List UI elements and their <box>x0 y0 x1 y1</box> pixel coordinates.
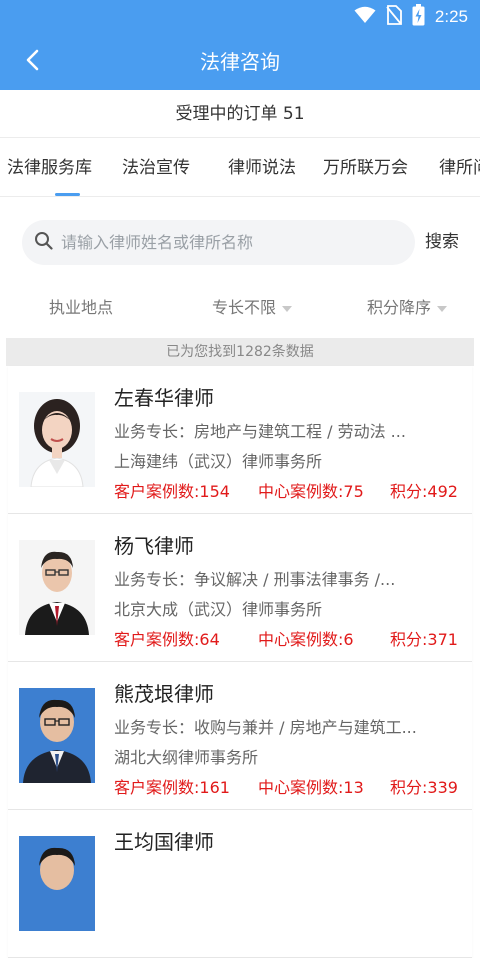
search-input[interactable] <box>61 233 401 252</box>
status-icons: 2:25 <box>354 3 468 31</box>
lawyer-specialty: 业务专长：争议解决 / 刑事法律事务 /... <box>114 570 396 589</box>
center-case-count: 中心案例数:6 <box>258 630 354 649</box>
points: 积分:371 <box>390 630 458 649</box>
tab-lawyer-talks[interactable]: 律师说法 <box>228 139 296 196</box>
page-title: 法律咨询 <box>200 50 280 74</box>
lawyer-card[interactable]: 王均国律师 <box>8 810 472 958</box>
pending-orders[interactable]: 受理中的订单 51 <box>0 90 480 138</box>
filter-location-label: 执业地点 <box>49 298 114 317</box>
chevron-left-icon <box>25 49 39 75</box>
client-case-count: 客户案例数:64 <box>114 630 220 649</box>
lawyer-specialty: 业务专长：房地产与建筑工程 / 劳动法 ... <box>114 422 406 441</box>
filter-points-sort-label: 积分降序 <box>367 298 432 317</box>
lawyer-name: 左春华律师 <box>114 386 214 410</box>
result-count: 已为您找到1282条数据 <box>6 338 474 366</box>
tab-rule-of-law-promotion[interactable]: 法治宣传 <box>122 139 190 196</box>
tab-firms-alliance[interactable]: 万所联万会 <box>323 139 408 196</box>
lawyer-stats: 客户案例数:161 中心案例数:13 积分:339 <box>114 774 464 797</box>
back-button[interactable] <box>14 46 50 78</box>
tab-firm-questions[interactable]: 律所问 <box>439 139 480 196</box>
search-button[interactable]: 搜索 <box>425 227 459 257</box>
caret-down-icon <box>282 305 293 312</box>
tab-legal-service-library[interactable]: 法律服务库 <box>7 139 92 196</box>
lawyer-firm: 北京大成（武汉）律师事务所 <box>114 600 323 619</box>
center-case-count: 中心案例数:13 <box>258 778 364 797</box>
center-case-count: 中心案例数:75 <box>258 482 364 501</box>
caret-down-icon <box>437 305 448 312</box>
tab-bar: 法律服务库 法治宣传 律师说法 万所联万会 律所问 <box>0 139 480 197</box>
lawyer-card[interactable]: 杨飞律师 业务专长：争议解决 / 刑事法律事务 /... 北京大成（武汉）律师事… <box>8 514 472 662</box>
lawyer-firm: 湖北大纲律师事务所 <box>114 748 259 767</box>
wifi-icon <box>354 6 376 29</box>
lawyer-name: 王均国律师 <box>114 830 214 854</box>
client-case-count: 客户案例数:161 <box>114 778 230 797</box>
active-tab-indicator <box>55 193 80 196</box>
lawyer-specialty: 业务专长：收购与兼并 / 房地产与建筑工... <box>114 718 417 737</box>
lawyer-card[interactable]: 左春华律师 业务专长：房地产与建筑工程 / 劳动法 ... 上海建纬（武汉）律师… <box>8 366 472 514</box>
search-box <box>22 220 415 265</box>
client-case-count: 客户案例数:154 <box>114 482 230 501</box>
filter-location[interactable]: 执业地点 <box>49 286 113 330</box>
status-time: 2:25 <box>434 7 468 26</box>
points: 积分:339 <box>390 778 458 797</box>
lawyer-stats: 客户案例数:154 中心案例数:75 积分:492 <box>114 478 464 501</box>
status-bar: 2:25 <box>0 0 480 34</box>
lawyer-firm: 上海建纬（武汉）律师事务所 <box>114 452 323 471</box>
lawyer-avatar <box>19 392 95 487</box>
filter-points-sort[interactable]: 积分降序 <box>367 286 448 330</box>
no-sim-icon <box>386 4 402 30</box>
filter-bar: 执业地点 专长不限 积分降序 <box>0 286 480 330</box>
lawyer-card[interactable]: 熊茂垠律师 业务专长：收购与兼并 / 房地产与建筑工... 湖北大纲律师事务所 … <box>8 662 472 810</box>
lawyer-avatar <box>19 688 95 783</box>
battery-charging-icon <box>412 3 425 31</box>
filter-specialty[interactable]: 专长不限 <box>212 286 293 330</box>
lawyer-avatar <box>19 836 95 931</box>
lawyer-stats: 客户案例数:64 中心案例数:6 积分:371 <box>114 626 464 649</box>
lawyer-name: 熊茂垠律师 <box>114 682 214 706</box>
lawyer-avatar <box>19 540 95 635</box>
search-icon <box>34 231 53 254</box>
points: 积分:492 <box>390 482 458 501</box>
filter-specialty-label: 专长不限 <box>212 298 277 317</box>
lawyer-name: 杨飞律师 <box>114 534 194 558</box>
app-bar: 法律咨询 <box>0 34 480 90</box>
